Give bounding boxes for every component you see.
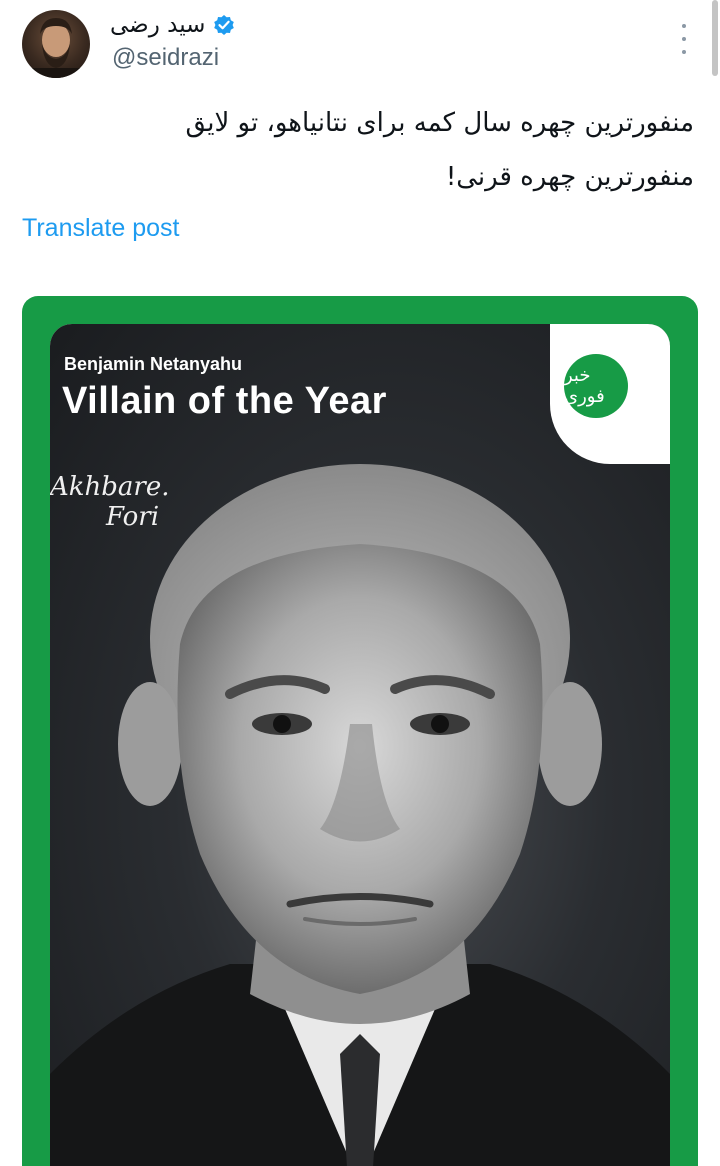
display-name-row: سید رضی [110, 10, 235, 40]
news-logo-badge: خبر فوری [564, 354, 628, 418]
post-text-line-2: منفورترین چهره قرنی! [445, 162, 694, 192]
post-media[interactable]: خبر فوری Benjamin Netanyahu Villain of t… [22, 296, 698, 1166]
watermark-line-1: Akhbare. [50, 472, 170, 502]
poster-title: Villain of the Year [62, 380, 387, 422]
verified-badge-icon [213, 14, 235, 36]
watermark-line-2: Fori [106, 502, 160, 532]
portrait-photo [50, 464, 670, 1166]
more-options-icon[interactable] [676, 24, 692, 54]
author-avatar[interactable] [22, 10, 90, 78]
post-text: منفورترین چهره سال کمه برای نتانیاهو، تو… [54, 96, 694, 204]
poster-subtitle: Benjamin Netanyahu [64, 354, 243, 374]
scrollbar[interactable] [712, 0, 718, 76]
post-text-line-1: منفورترین چهره سال کمه برای نتانیاهو، تو… [185, 108, 694, 138]
post-header: سید رضی @seidrazi [0, 0, 720, 90]
display-name[interactable]: سید رضی [110, 12, 205, 38]
media-frame: خبر فوری Benjamin Netanyahu Villain of t… [50, 324, 670, 1166]
watermark: Akhbare. Fori [50, 472, 200, 542]
translate-post-link[interactable]: Translate post [22, 214, 179, 243]
avatar-icon [32, 18, 80, 78]
author-handle[interactable]: @seidrazi [112, 44, 219, 72]
poster-image: خبر فوری Benjamin Netanyahu Villain of t… [50, 324, 670, 1166]
